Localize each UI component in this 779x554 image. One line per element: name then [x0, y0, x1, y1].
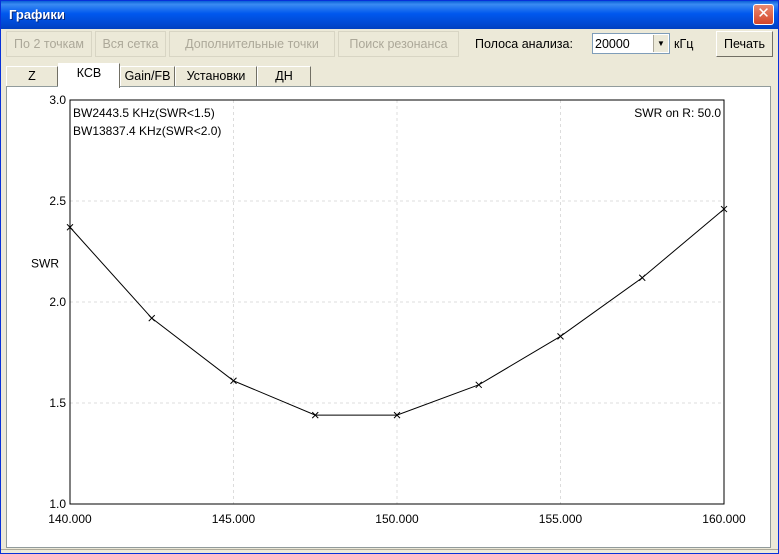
graphs-window: Графики ✕ По 2 точкам Вся сетка Дополнит…	[0, 0, 779, 554]
full-grid-button[interactable]: Вся сетка	[95, 31, 166, 57]
two-points-button[interactable]: По 2 точкам	[6, 31, 92, 57]
tab-z[interactable]: Z	[6, 66, 58, 87]
y-tick-label: 3.0	[49, 93, 66, 107]
extra-points-button[interactable]: Дополнительные точки	[169, 31, 335, 57]
y-tick-label: 2.0	[49, 295, 66, 309]
toolbar: По 2 точкам Вся сетка Дополнительные точ…	[1, 29, 778, 63]
dropdown-arrow-icon[interactable]: ▼	[653, 35, 668, 52]
band-combobox[interactable]: 20000 ▼	[592, 33, 670, 54]
print-button[interactable]: Печать	[716, 31, 773, 57]
title-bar[interactable]: Графики ✕	[1, 1, 778, 29]
bw-swr15-annotation: BW2443.5 KHz(SWR<1.5)	[73, 106, 215, 120]
x-tick-label: 145.000	[212, 512, 256, 526]
y-tick-label: 1.5	[49, 396, 66, 410]
y-axis-label: SWR	[31, 257, 59, 271]
band-value[interactable]: 20000	[595, 37, 630, 51]
find-resonance-button[interactable]: Поиск резонанса	[338, 31, 459, 57]
y-tick-label: 1.0	[49, 497, 66, 511]
bw-swr20-annotation: BW13837.4 KHz(SWR<2.0)	[73, 124, 221, 138]
tab-pattern[interactable]: ДН	[257, 66, 311, 87]
window-title: Графики	[9, 7, 65, 22]
tab-settings[interactable]: Установки	[175, 66, 257, 87]
data-point-marker	[475, 381, 483, 389]
close-button[interactable]: ✕	[753, 4, 774, 25]
chart-panel: 140.000 145.000 150.000 155.000 160.000 1.0 1.…	[6, 86, 771, 548]
x-tick-label: 160.000	[702, 512, 746, 526]
y-tick-label: 2.5	[49, 194, 66, 208]
tab-gain-fb[interactable]: Gain/FB	[120, 66, 175, 87]
x-tick-label: 155.000	[539, 512, 583, 526]
x-tick-label: 150.000	[375, 512, 419, 526]
tab-swr[interactable]: КСВ	[58, 63, 120, 88]
data-point-marker	[148, 314, 156, 322]
tab-strip: Z КСВ Gain/FB Установки ДН	[6, 63, 778, 88]
swr-on-r-annotation: SWR on R: 50.0	[634, 106, 721, 120]
band-unit-label: кГц	[674, 37, 694, 51]
band-label: Полоса анализа:	[475, 37, 573, 51]
bottom-strip	[1, 549, 778, 553]
x-tick-label: 140.000	[48, 512, 92, 526]
data-point-marker	[638, 274, 646, 282]
swr-chart: 140.000 145.000 150.000 155.000 160.000 1.0 1.…	[31, 93, 746, 526]
